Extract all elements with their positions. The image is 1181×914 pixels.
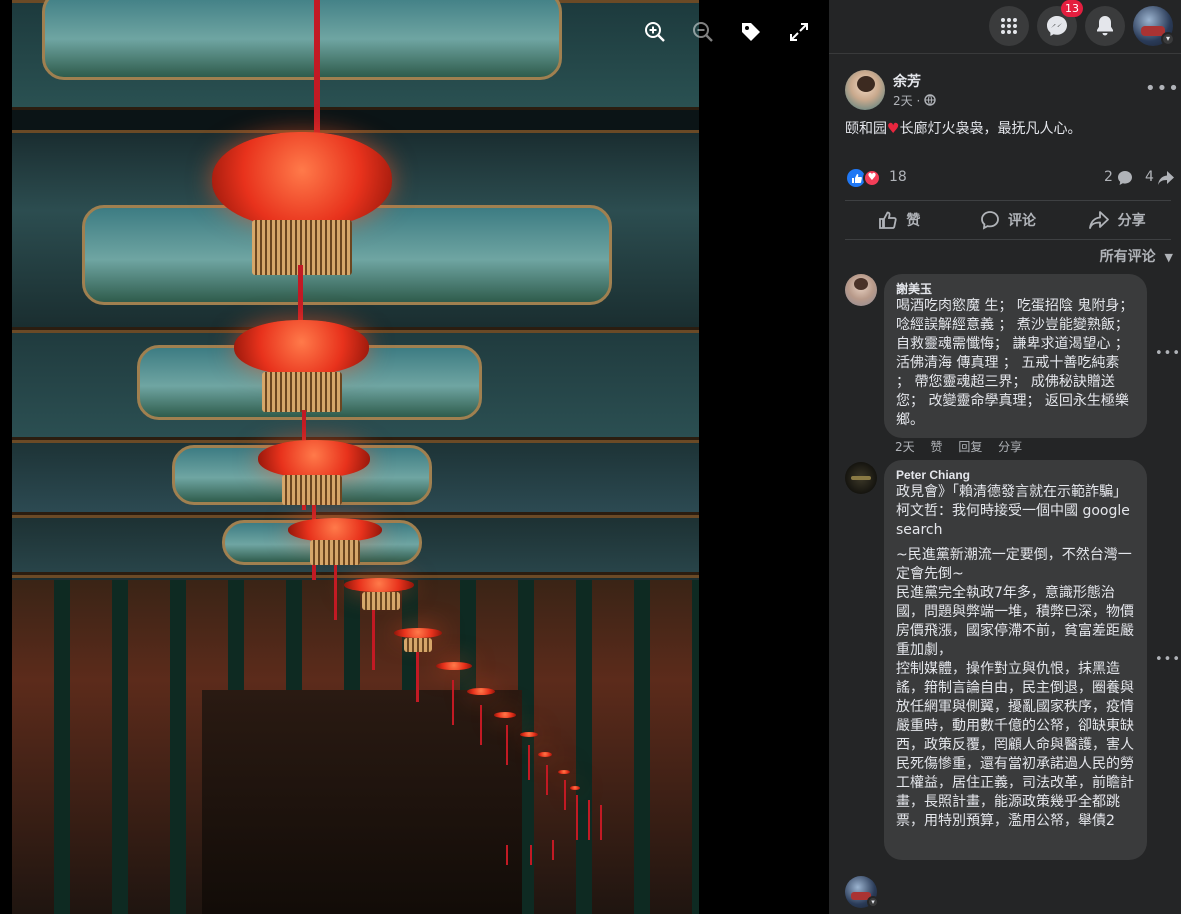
share-label: 分享 bbox=[1117, 213, 1146, 229]
comment-bubble: 謝美玉 喝酒吃肉慾魔 生； 吃蛋招陰 鬼附身； 唸經誤解經意義 ； 煮沙豈能變熟… bbox=[884, 274, 1147, 438]
comment-sort-label: 所有评论 bbox=[1099, 249, 1156, 265]
chevron-down-icon: ▼ bbox=[1164, 251, 1173, 264]
comment-icon bbox=[981, 211, 999, 230]
share-count-icon bbox=[1158, 171, 1174, 185]
lantern bbox=[258, 440, 370, 478]
comment-like-link[interactable]: 赞 bbox=[930, 440, 942, 454]
share-icon bbox=[1088, 211, 1109, 229]
comment-sort-dropdown[interactable]: 所有评论 ▼ bbox=[1100, 246, 1173, 266]
top-navigation: 13 ▾ bbox=[829, 0, 1181, 54]
share-button[interactable]: 分享 bbox=[1062, 201, 1171, 239]
photo-corridor-floor bbox=[202, 690, 522, 914]
messenger-button[interactable]: 13 bbox=[1037, 0, 1083, 46]
lantern-fringe bbox=[310, 540, 360, 565]
lantern-tassel bbox=[588, 800, 590, 840]
zoom-out-icon[interactable] bbox=[689, 18, 717, 46]
lantern-tassel bbox=[506, 725, 508, 765]
post-photo[interactable] bbox=[12, 0, 699, 914]
lantern bbox=[520, 732, 538, 737]
post-meta: 2天 · bbox=[893, 92, 936, 109]
lantern-tassel bbox=[416, 652, 419, 702]
lantern-fringe bbox=[262, 372, 342, 412]
bell-icon bbox=[1097, 16, 1113, 36]
lantern-fringe bbox=[404, 638, 432, 652]
lantern-fringe bbox=[362, 592, 400, 610]
lantern-tassel bbox=[528, 745, 530, 780]
comment-text: 政見會》「賴清德發言就在示範詐騙」 柯文哲：我何時接受一個中國 google s… bbox=[896, 484, 1135, 538]
comment-label: 评论 bbox=[1008, 213, 1036, 229]
messenger-icon bbox=[1047, 16, 1067, 36]
lantern-tassel bbox=[506, 845, 508, 865]
post-text-after: 长廊灯火袅袅，最抚凡人心。 bbox=[899, 121, 1082, 137]
lantern bbox=[344, 578, 414, 592]
comment-options-icon[interactable]: ••• bbox=[1155, 652, 1181, 667]
lantern-fringe bbox=[282, 475, 342, 505]
photo-viewer bbox=[0, 0, 829, 914]
grid-icon bbox=[1001, 18, 1017, 34]
lantern bbox=[538, 752, 552, 757]
comment-time[interactable]: 2天 bbox=[895, 440, 915, 454]
comment-count[interactable]: 2 bbox=[1104, 169, 1113, 185]
lantern bbox=[570, 786, 580, 790]
lantern-tassel bbox=[372, 610, 375, 670]
lantern-tassel bbox=[552, 840, 554, 860]
lantern-tassel bbox=[546, 765, 548, 795]
red-heart-icon: ♥ bbox=[887, 121, 900, 137]
post-time[interactable]: 2天 bbox=[893, 94, 913, 108]
lantern-tassel bbox=[480, 705, 482, 745]
comment-reply-link[interactable]: 回复 bbox=[958, 440, 982, 454]
commenter-name[interactable]: Peter Chiang bbox=[896, 467, 1135, 483]
comment-button[interactable]: 评论 bbox=[954, 201, 1063, 239]
lantern-tassel bbox=[334, 565, 337, 620]
commenter-name[interactable]: 謝美玉 bbox=[896, 281, 1135, 297]
lantern-tassel bbox=[452, 680, 454, 725]
like-label: 赞 bbox=[906, 213, 921, 229]
menu-grid-button[interactable] bbox=[989, 6, 1029, 46]
lantern bbox=[436, 662, 472, 670]
composer-chevron-icon[interactable]: ▾ bbox=[867, 896, 879, 908]
comment-options-icon[interactable]: ••• bbox=[1155, 346, 1181, 361]
comment-text: 喝酒吃肉慾魔 生； 吃蛋招陰 鬼附身； 唸經誤解經意義 ； 煮沙豈能變熟飯； 自… bbox=[896, 298, 1138, 428]
comment-count-icon bbox=[1118, 171, 1132, 185]
comment-bubble: Peter Chiang 政見會》「賴清德發言就在示範詐騙」 柯文哲：我何時接受… bbox=[884, 460, 1147, 860]
lantern-tassel bbox=[564, 780, 566, 810]
reaction-count[interactable]: 18 bbox=[889, 169, 907, 185]
lantern bbox=[467, 688, 495, 695]
lantern bbox=[394, 628, 442, 638]
messenger-badge: 13 bbox=[1061, 0, 1083, 17]
tag-icon[interactable] bbox=[737, 18, 765, 46]
love-reaction-icon[interactable]: ♥ bbox=[863, 169, 881, 187]
like-button[interactable]: 赞 bbox=[845, 201, 954, 239]
comment-text-continued: ~民進黨新潮流一定要倒，不然台灣一定會先倒~ 民進黨完全執政7年多，意識形態治國… bbox=[896, 547, 1134, 829]
reactions-summary: ♥ 18 2 4 bbox=[847, 168, 1174, 188]
lantern bbox=[212, 132, 392, 228]
thumbs-up-icon bbox=[879, 211, 897, 229]
author-avatar[interactable] bbox=[845, 70, 885, 110]
meta-separator: · bbox=[916, 94, 921, 108]
post-options-icon[interactable]: ••• bbox=[1145, 78, 1180, 99]
lantern-tassel bbox=[576, 795, 578, 840]
lantern bbox=[288, 518, 382, 542]
account-chevron-icon[interactable]: ▾ bbox=[1161, 32, 1175, 46]
lantern-tassel bbox=[530, 845, 532, 865]
share-count[interactable]: 4 bbox=[1145, 169, 1154, 185]
comment-share-link[interactable]: 分享 bbox=[998, 440, 1022, 454]
post-action-bar: 赞 评论 分享 bbox=[845, 200, 1171, 240]
fullscreen-icon[interactable] bbox=[785, 18, 813, 46]
photo-painted-panel bbox=[42, 0, 562, 80]
zoom-in-icon[interactable] bbox=[641, 18, 669, 46]
lantern bbox=[234, 320, 369, 375]
comment-actions: 2天 赞 回复 分享 bbox=[895, 438, 1034, 455]
post-text: 颐和园♥长廊灯火袅袅，最抚凡人心。 bbox=[845, 118, 1082, 138]
lantern bbox=[558, 770, 570, 774]
lantern bbox=[494, 712, 516, 718]
lantern-tassel bbox=[600, 805, 602, 840]
commenter-avatar[interactable] bbox=[845, 274, 877, 306]
post-text-before: 颐和园 bbox=[845, 121, 887, 137]
post-author-name[interactable]: 余芳 bbox=[893, 71, 921, 91]
post-side-panel: 13 ▾ 余芳 2天 · ••• 颐和园♥长廊灯火袅袅，最抚凡人心。 ♥ 18 … bbox=[829, 0, 1181, 914]
commenter-avatar[interactable] bbox=[845, 462, 877, 494]
notifications-button[interactable] bbox=[1085, 6, 1125, 46]
globe-icon bbox=[924, 94, 936, 106]
